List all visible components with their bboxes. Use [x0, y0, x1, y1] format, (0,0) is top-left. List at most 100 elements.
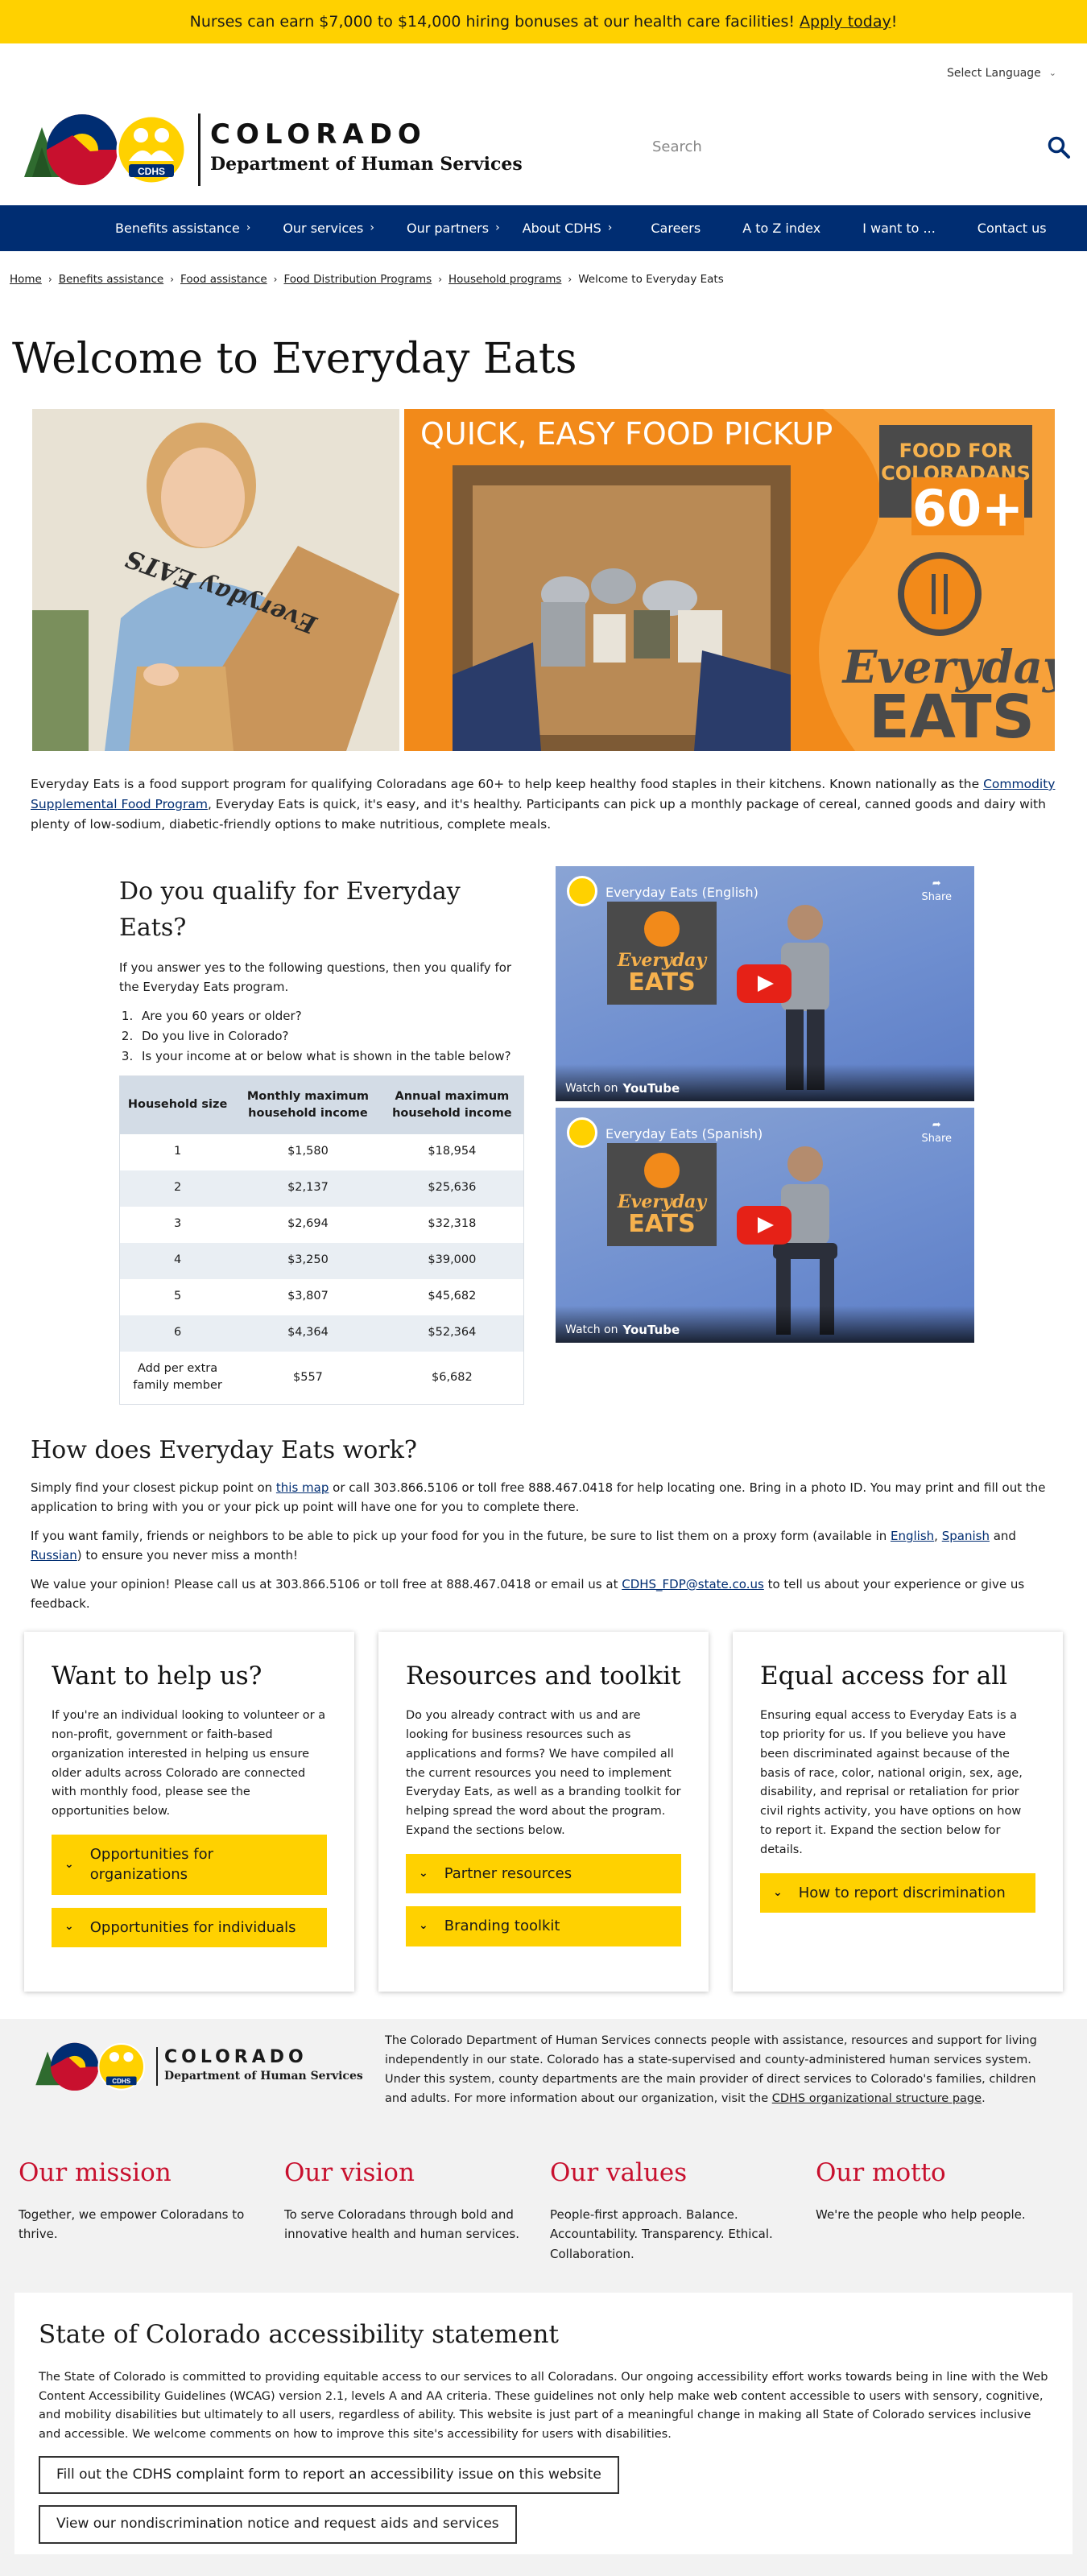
table-row: 5 $3,807 $45,682 — [119, 1278, 524, 1315]
breadcrumb-current: Welcome to Everyday Eats — [578, 273, 724, 286]
footer-vision: Our vision To serve Coloradans through b… — [284, 2158, 519, 2242]
card-body: Ensuring equal access to Everyday Eats i… — [760, 1708, 1023, 1857]
email-link[interactable]: CDHS_FDP@state.co.us — [622, 1577, 764, 1591]
proxy-russian-link[interactable]: Russian — [31, 1548, 77, 1563]
chevron-down-icon: ⌄ — [1048, 68, 1056, 79]
table-row: 2 $2,137 $25,636 — [119, 1170, 524, 1207]
watch-on-youtube[interactable]: Watch on YouTube — [556, 1064, 974, 1101]
card-equal-access: Equal access for all Ensuring equal acce… — [733, 1632, 1063, 1992]
list-item: Are you 60 years or older? — [137, 1006, 523, 1026]
list-item: Is your income at or below what is shown… — [137, 1046, 523, 1067]
breadcrumb-home[interactable]: Home — [10, 271, 42, 289]
alert-suffix: ! — [891, 12, 898, 31]
play-button[interactable] — [737, 964, 791, 1003]
share-button[interactable]: ➦ Share — [921, 877, 952, 905]
org-structure-link[interactable]: CDHS organizational structure page — [772, 2092, 982, 2105]
nav-item-benefits[interactable]: Benefits assistance › — [115, 218, 250, 239]
map-link[interactable]: this map — [276, 1480, 329, 1495]
chevron-down-icon: ⌄ — [419, 1867, 428, 1880]
site-logo[interactable]: CDHS COLORADO Department of Human Servic… — [24, 111, 523, 188]
complaint-form-button[interactable]: Fill out the CDHS complaint form to repo… — [39, 2456, 619, 2495]
card-help-us: Want to help us? If you're an individual… — [24, 1632, 354, 1992]
breadcrumb: Home › Benefits assistance › Food assistan… — [10, 271, 724, 289]
nav-item-i-want-to[interactable]: I want to ... — [862, 218, 936, 239]
how-heading: How does Everyday Eats work? — [31, 1436, 417, 1464]
nav-item-contact[interactable]: Contact us — [977, 218, 1047, 239]
qualify-questions: Are you 60 years or older? Do you live i… — [137, 1006, 523, 1066]
hero-photo-woman-with-box: Everyday EATS — [32, 409, 399, 751]
qualify-lead: If you answer yes to the following quest… — [119, 960, 512, 994]
svg-text:FOOD FOR: FOOD FOR — [899, 440, 1013, 462]
nav-item-about[interactable]: About CDHS › — [523, 218, 613, 239]
breadcrumb-household[interactable]: Household programs — [448, 271, 561, 289]
breadcrumb-separator-icon: › — [568, 274, 572, 286]
channel-avatar[interactable] — [567, 1117, 597, 1148]
video-logo: Everyday EATS — [607, 902, 717, 1005]
table-header: Annual maximum household income — [380, 1075, 524, 1134]
accordion-branding-toolkit[interactable]: ⌄ Branding toolkit — [406, 1906, 681, 1946]
youtube-logo-icon: YouTube — [622, 1323, 680, 1337]
hero-banner-everyday-eats: QUICK, EASY FOOD PICKUP FOOD FOR COLORAD… — [404, 409, 1055, 751]
how-paragraph-2: If you want family, friends or neighbors… — [31, 1529, 1016, 1563]
chevron-down-icon: ⌄ — [64, 1920, 74, 1934]
video-spanish[interactable]: Everyday Eats (Spanish) ➦ Share Everyday … — [556, 1108, 974, 1343]
nav-item-services[interactable]: Our services › — [283, 218, 374, 239]
card-heading: Resources and toolkit — [406, 1662, 681, 1690]
table-row: 6 $4,364 $52,364 — [119, 1315, 524, 1352]
accordion-opportunities-individuals[interactable]: ⌄ Opportunities for individuals — [52, 1907, 327, 1947]
hero-banner-graphic: QUICK, EASY FOOD PICKUP FOOD FOR COLORAD… — [404, 409, 1055, 751]
language-label: Select Language — [947, 67, 1041, 80]
language-select[interactable]: Select Language ⌄ — [947, 64, 1056, 82]
video-english[interactable]: Everyday Eats (English) ➦ Share Everyday … — [556, 866, 974, 1101]
share-button[interactable]: ➦ Share — [921, 1119, 952, 1146]
breadcrumb-food-assistance[interactable]: Food assistance — [180, 271, 267, 289]
accordion-opportunities-organizations[interactable]: ⌄ Opportunities for organizations — [52, 1835, 327, 1895]
proxy-english-link[interactable]: English — [891, 1529, 934, 1543]
svg-text:CDHS: CDHS — [138, 166, 165, 177]
table-row: 4 $3,250 $39,000 — [119, 1242, 524, 1279]
video-title[interactable]: Everyday Eats (Spanish) — [605, 1124, 763, 1145]
svg-text:60+: 60+ — [912, 479, 1023, 538]
footer-logo-graphic-icon: CDHS — [35, 2042, 146, 2091]
share-icon: ➦ — [932, 877, 941, 890]
svg-text:CDHS: CDHS — [112, 2078, 131, 2085]
play-button[interactable] — [737, 1206, 791, 1245]
accordion-partner-resources[interactable]: ⌄ Partner resources — [406, 1854, 681, 1894]
colorado-logo-mark: CDHS — [24, 111, 193, 188]
fork-icon — [644, 1152, 680, 1188]
table-row: 1 $1,580 $18,954 — [119, 1133, 524, 1170]
list-item: Do you live in Colorado? — [137, 1026, 523, 1046]
accordion-report-discrimination[interactable]: ⌄ How to report discrimination — [760, 1873, 1035, 1913]
video-title[interactable]: Everyday Eats (English) — [605, 882, 758, 903]
youtube-logo-icon: YouTube — [622, 1081, 680, 1096]
proxy-spanish-link[interactable]: Spanish — [942, 1529, 990, 1543]
nav-item-a-to-z[interactable]: A to Z index — [742, 218, 820, 239]
search-input[interactable]: Search — [652, 136, 1047, 159]
breadcrumb-separator-icon: › — [48, 274, 52, 286]
channel-avatar[interactable] — [567, 876, 597, 906]
svg-text:QUICK, EASY FOOD PICKUP: QUICK, EASY FOOD PICKUP — [420, 416, 833, 452]
qualify-heading: Do you qualify for Everyday Eats? — [119, 877, 461, 942]
breadcrumb-food-distribution[interactable]: Food Distribution Programs — [283, 271, 432, 289]
logo-wordmark: COLORADO Department of Human Services — [198, 113, 523, 186]
table-header: Household size — [119, 1075, 236, 1134]
alert-text: Nurses can earn $7,000 to $14,000 hiring… — [189, 12, 796, 31]
accessibility-text: The State of Colorado is committed to pr… — [39, 2370, 1048, 2442]
table-row: Add per extra family member $557 $6,682 — [119, 1351, 524, 1405]
footer-mission: Our mission Together, we empower Colorad… — [19, 2158, 245, 2242]
alert-banner: Nurses can earn $7,000 to $14,000 hiring… — [0, 0, 1087, 43]
footer-logo[interactable]: CDHS COLORADO Department of Human Servic… — [32, 2041, 363, 2092]
apply-today-link[interactable]: Apply today — [800, 10, 891, 34]
breadcrumb-benefits[interactable]: Benefits assistance — [59, 271, 164, 289]
accessibility-heading: State of Colorado accessibility statemen… — [39, 2320, 559, 2349]
search-icon[interactable] — [1047, 135, 1071, 159]
nav-item-partners[interactable]: Our partners › — [407, 218, 500, 239]
nav-item-careers[interactable]: Careers — [651, 218, 701, 239]
chevron-down-icon: ⌄ — [419, 1919, 428, 1933]
watch-on-youtube[interactable]: Watch on YouTube — [556, 1306, 974, 1343]
how-paragraph-1: Simply find your closest pickup point on… — [31, 1480, 1046, 1514]
nondiscrimination-notice-button[interactable]: View our nondiscrimination notice and re… — [39, 2505, 517, 2544]
brand-name: COLORADO — [210, 118, 427, 151]
search-bar[interactable]: Search — [652, 130, 1071, 164]
department-name: Department of Human Services — [210, 154, 523, 175]
